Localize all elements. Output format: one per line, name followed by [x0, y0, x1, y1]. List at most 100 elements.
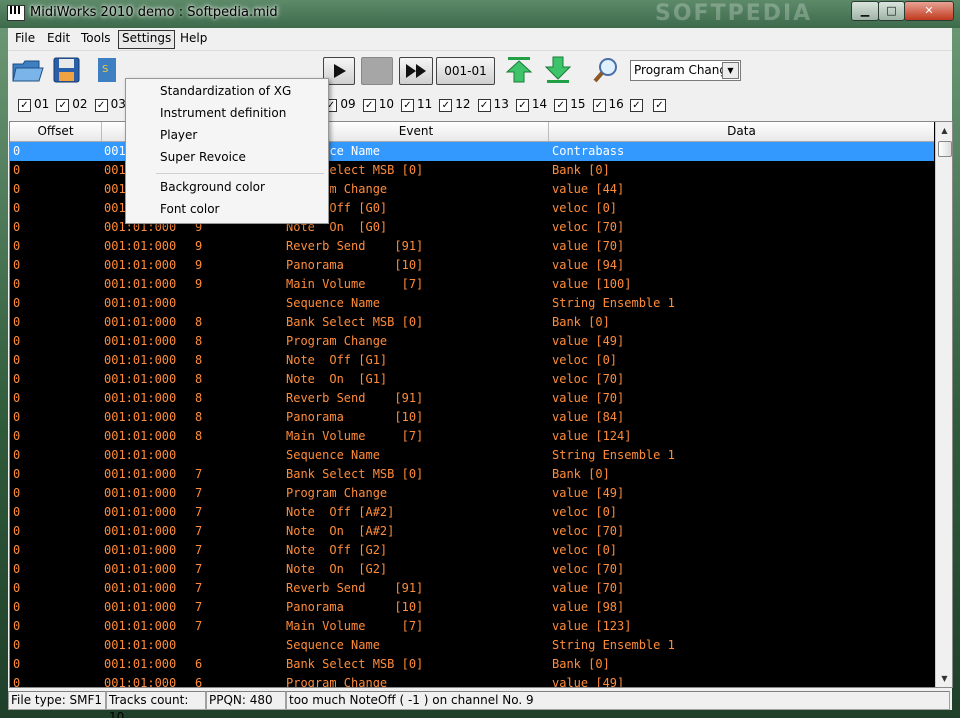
cell-offset: 0 [13, 486, 21, 500]
table-row[interactable]: 0 001:01:000 7 Note Off [G2] veloc [0] [10, 541, 934, 560]
show-all-checkbox[interactable]: ✓ [653, 99, 666, 112]
menu-item-player[interactable]: Player [126, 124, 328, 146]
menu-item-background-color[interactable]: Background color [126, 176, 328, 198]
cell-time: 001:01:000 [104, 296, 177, 310]
event-filter-select[interactable]: Program Change ▼ [630, 60, 741, 81]
position-counter[interactable]: 001-01 [436, 57, 495, 85]
table-row[interactable]: 0 001:01:000 9 Reverb Send [91] value [70] [10, 237, 934, 256]
cell-channel: 7 [195, 581, 203, 595]
minimize-button[interactable]: ▁ [851, 1, 879, 21]
table-row[interactable]: 0 001:01:000 Sequence Name String Ensemble … [10, 446, 934, 465]
menu-help[interactable]: Help [177, 30, 210, 47]
menu-item-super-revoice[interactable]: Super Revoice [126, 146, 328, 168]
title-bar[interactable]: MidiWorks 2010 demo : Softpedia.mid SOFT… [0, 0, 960, 28]
chevron-down-icon[interactable]: ▼ [722, 62, 739, 79]
cell-time: 001:01:000 [104, 239, 177, 253]
move-up-button[interactable] [505, 55, 537, 85]
table-row[interactable]: 0 001:01:000 8 Panorama [10] value [84] [10, 408, 934, 427]
cell-time: 001:01:000 [104, 581, 177, 595]
menu-item-standardization-xg[interactable]: Standardization of XG [126, 80, 328, 102]
cell-time: 001:01:000 [104, 334, 177, 348]
channel-checkbox-12[interactable]: ✓ [439, 99, 453, 112]
channel-checkbox-03[interactable]: ✓ [94, 99, 108, 112]
scroll-down-icon[interactable]: ▼ [936, 670, 952, 687]
toggle-all-checkbox[interactable]: ✓ [630, 99, 643, 112]
table-row[interactable]: 0 001:01:000 8 Note On [G1] veloc [70] [10, 370, 934, 389]
table-row[interactable]: 0 001:01:000 7 Note Off [A#2] veloc [0] [10, 503, 934, 522]
table-row[interactable]: 0 001:01:000 7 Program Change value [49] [10, 484, 934, 503]
table-row[interactable]: 0 001:01:000 7 Bank Select MSB [0] Bank [0] [10, 465, 934, 484]
cell-time: 001:01:000 [104, 657, 177, 671]
menu-tools[interactable]: Tools [78, 30, 114, 47]
column-data[interactable]: Data [549, 122, 934, 141]
cell-offset: 0 [13, 334, 21, 348]
table-row[interactable]: 0 001:01:000 6 Program Change value [49] [10, 674, 934, 687]
cell-event: Reverb Send [91] [286, 239, 424, 253]
cell-offset: 0 [13, 410, 21, 424]
find-button[interactable] [592, 55, 624, 85]
table-row[interactable]: 0 001:01:000 7 Main Volume [7] value [123] [10, 617, 934, 636]
maximize-button[interactable]: □ [878, 1, 905, 21]
channel-checkbox-01[interactable]: ✓ [18, 99, 31, 112]
table-row[interactable]: 0 001:01:000 7 Note On [G2] veloc [70] [10, 560, 934, 579]
cell-event: Note On [G1] [286, 372, 388, 386]
scroll-thumb[interactable] [938, 141, 952, 157]
cell-channel: 8 [195, 410, 203, 424]
cell-event: Bank Select MSB [0] [286, 467, 424, 481]
cell-event: Note Off [G1] [286, 353, 388, 367]
cell-event: Reverb Send [91] [286, 581, 424, 595]
cell-data: veloc [0] [552, 505, 618, 519]
table-row[interactable]: 0 001:01:000 8 Main Volume [7] value [124] [10, 427, 934, 446]
piano-app-icon [7, 5, 25, 21]
channel-checkbox-11[interactable]: ✓ [401, 99, 414, 112]
cell-channel: 8 [195, 353, 203, 367]
table-row[interactable]: 0 001:01:000 6 Bank Select MSB [0] Bank [0] [10, 655, 934, 674]
table-row[interactable]: 0 001:01:000 8 Program Change value [49] [10, 332, 934, 351]
cell-data: veloc [0] [552, 201, 618, 215]
cell-offset: 0 [13, 619, 21, 633]
cell-channel: 8 [195, 315, 203, 329]
vertical-scrollbar[interactable]: ▲ ▼ [935, 122, 952, 687]
save-file-button[interactable] [52, 55, 84, 85]
cell-offset: 0 [13, 467, 21, 481]
table-row[interactable]: 0 001:01:000 8 Bank Select MSB [0] Bank [0] [10, 313, 934, 332]
channel-checkbox-16[interactable]: ✓ [592, 99, 606, 112]
menu-item-instrument-definition[interactable]: Instrument definition [126, 102, 328, 124]
cell-data: veloc [70] [552, 372, 625, 386]
channel-checkbox-13[interactable]: ✓ [477, 99, 491, 112]
fast-forward-button[interactable] [399, 57, 433, 85]
table-row[interactable]: 0 001:01:000 7 Reverb Send [91] value [70] [10, 579, 934, 598]
stop-button[interactable] [361, 57, 393, 85]
open-file-button[interactable] [11, 55, 44, 85]
cell-time: 001:01:000 [104, 410, 177, 424]
table-row[interactable]: 0 001:01:000 Sequence Name String Ensemble … [10, 636, 934, 655]
channel-label-13: 13 [493, 97, 509, 111]
player-button[interactable]: S [96, 55, 118, 85]
table-row[interactable]: 0 001:01:000 9 Main Volume [7] value [100] [10, 275, 934, 294]
cell-offset: 0 [13, 182, 21, 196]
close-button[interactable]: ✕ [904, 1, 954, 21]
channel-checkbox-02[interactable]: ✓ [56, 99, 70, 112]
table-row[interactable]: 0 001:01:000 8 Note Off [G1] veloc [0] [10, 351, 934, 370]
menu-item-font-color[interactable]: Font color [126, 198, 328, 220]
table-row[interactable]: 0 001:01:000 7 Panorama [10] value [98] [10, 598, 934, 617]
channel-label-12: 12 [455, 97, 471, 111]
menu-file[interactable]: File [12, 30, 38, 47]
table-row[interactable]: 0 001:01:000 8 Reverb Send [91] value [70] [10, 389, 934, 408]
channel-checkbox-14[interactable]: ✓ [515, 99, 529, 112]
scroll-up-icon[interactable]: ▲ [936, 122, 952, 139]
cell-event: Bank Select MSB [0] [286, 657, 424, 671]
cell-offset: 0 [13, 353, 21, 367]
column-offset[interactable]: Offset [10, 122, 102, 141]
table-row[interactable]: 0 001:01:000 7 Note On [A#2] veloc [70] [10, 522, 934, 541]
cell-channel: 7 [195, 543, 203, 557]
menu-edit[interactable]: Edit [44, 30, 73, 47]
menu-settings[interactable]: Settings [118, 30, 176, 49]
table-row[interactable]: 0 001:01:000 Sequence Name String Ensemble … [10, 294, 934, 313]
cell-data: veloc [70] [552, 220, 625, 234]
channel-checkbox-10[interactable]: ✓ [362, 99, 376, 112]
maximize-icon: □ [886, 4, 897, 17]
table-row[interactable]: 0 001:01:000 9 Panorama [10] value [94] [10, 256, 934, 275]
move-down-button[interactable] [544, 55, 576, 85]
channel-checkbox-15[interactable]: ✓ [554, 99, 568, 112]
